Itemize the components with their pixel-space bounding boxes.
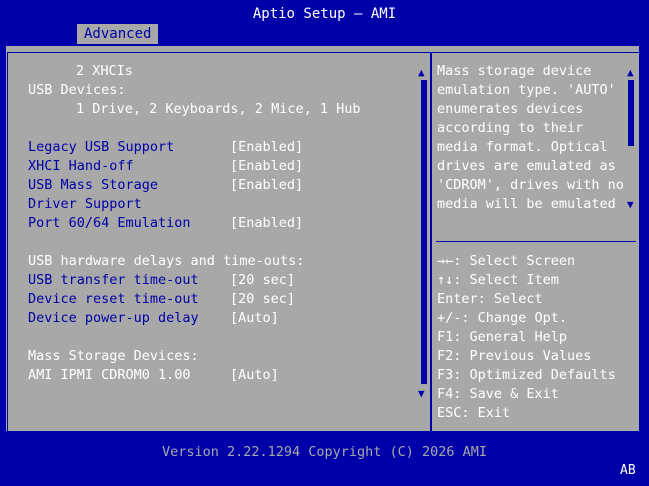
scroll-up-arrow-icon[interactable]: ▲ [418, 67, 425, 79]
help-line-5: media format. Optical [437, 139, 608, 155]
usb-devices-value: 1 Drive, 2 Keyboards, 2 Mice, 1 Hub [76, 101, 361, 117]
port-emulation-value[interactable]: [Enabled] [230, 214, 303, 233]
key-help-esc: ESC: Exit [437, 405, 511, 421]
xhci-count: 2 XHCIs [76, 63, 133, 79]
status-badge: AB [620, 463, 636, 478]
port-emulation-label[interactable]: Port 60/64 Emulation [28, 214, 191, 233]
usb-transfer-timeout-label[interactable]: USB transfer time-out [28, 271, 199, 290]
delays-heading: USB hardware delays and time-outs: [28, 253, 305, 269]
key-help-select-item: ↑↓: Select Item [437, 272, 559, 288]
key-help-enter: Enter: Select [437, 291, 543, 307]
help-scroll-up-arrow-icon[interactable]: ▲ [627, 67, 634, 79]
xhci-hand-off-value[interactable]: [Enabled] [230, 157, 303, 176]
help-line-6: drives are emulated as [437, 158, 616, 174]
version-text: Version 2.22.1294 Copyright (C) 2026 AMI [161, 444, 488, 460]
help-line-3: enumerates devices [437, 101, 584, 117]
key-help-change-opt: +/-: Change Opt. [437, 310, 568, 326]
help-line-4: according to their [437, 120, 584, 136]
device-power-up-delay-value[interactable]: [Auto] [230, 309, 279, 328]
key-help-f4: F4: Save & Exit [437, 386, 559, 402]
key-help-f1: F1: General Help [437, 329, 568, 345]
cdrom-device-label[interactable]: AMI IPMI CDROM0 1.00 [28, 366, 191, 385]
usb-mass-storage-label[interactable]: USB Mass Storage [28, 176, 158, 195]
device-power-up-delay-label[interactable]: Device power-up delay [28, 309, 199, 328]
help-line-1: Mass storage device [437, 63, 592, 79]
driver-support-label[interactable]: Driver Support [28, 195, 142, 214]
device-reset-timeout-value[interactable]: [20 sec] [230, 290, 295, 309]
help-scrollbar-thumb[interactable] [628, 80, 634, 146]
help-line-2: emulation type. 'AUTO' [437, 82, 616, 98]
help-scroll-down-arrow-icon[interactable]: ▼ [627, 199, 634, 211]
legacy-usb-support-label[interactable]: Legacy USB Support [28, 138, 174, 157]
usb-transfer-timeout-value[interactable]: [20 sec] [230, 271, 295, 290]
usb-devices-label: USB Devices: [28, 82, 126, 98]
help-line-8: media will be emulated [437, 196, 616, 212]
window-title: Aptio Setup – AMI [252, 6, 397, 22]
tab-advanced[interactable]: Advanced [77, 24, 159, 44]
usb-mass-storage-value[interactable]: [Enabled] [230, 176, 303, 195]
key-help-select-screen: →←: Select Screen [437, 253, 576, 269]
help-line-7: 'CDROM', drives with no [437, 177, 624, 193]
settings-scrollbar-thumb[interactable] [421, 80, 427, 384]
cdrom-device-value[interactable]: [Auto] [230, 366, 279, 385]
mass-storage-heading: Mass Storage Devices: [28, 348, 199, 364]
xhci-hand-off-label[interactable]: XHCI Hand-off [28, 157, 134, 176]
key-help-f3: F3: Optimized Defaults [437, 367, 616, 383]
scroll-down-arrow-icon[interactable]: ▼ [418, 388, 425, 400]
key-help-f2: F2: Previous Values [437, 348, 592, 364]
device-reset-timeout-label[interactable]: Device reset time-out [28, 290, 199, 309]
help-separator [436, 241, 636, 242]
legacy-usb-support-value[interactable]: [Enabled] [230, 138, 303, 157]
panel-divider [430, 53, 432, 433]
